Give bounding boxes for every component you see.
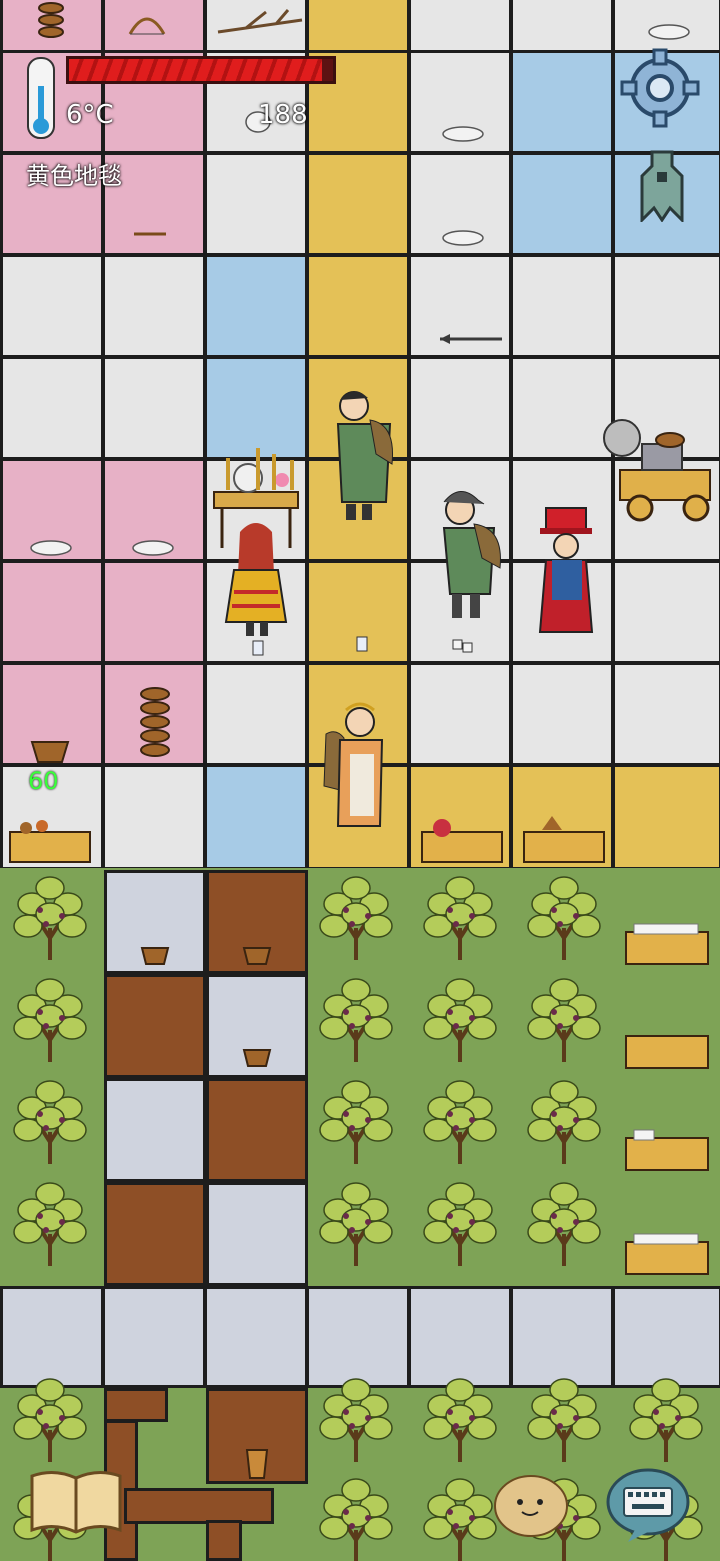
- cart[interactable]: [600, 414, 716, 524]
- berry-bush[interactable]: [423, 1182, 497, 1266]
- berry-bush[interactable]: [527, 978, 601, 1062]
- basket-stack[interactable]: [36, 0, 66, 40]
- berry-bush[interactable]: [319, 876, 393, 960]
- basket[interactable]: [28, 734, 72, 766]
- berry-bush[interactable]: [319, 1182, 393, 1266]
- villager-green-robe[interactable]: [330, 384, 402, 524]
- berry-bush[interactable]: [527, 1080, 601, 1164]
- coin-icon: [640, 150, 684, 222]
- villager-helmet[interactable]: [438, 484, 508, 624]
- villager-red-hat[interactable]: [536, 504, 596, 638]
- potato-face-icon: [494, 1475, 568, 1537]
- flint-pile[interactable]: [440, 226, 486, 246]
- wooden-crate[interactable]: [522, 814, 606, 866]
- keyboard-icon: [606, 1468, 690, 1542]
- branches[interactable]: [216, 8, 304, 38]
- temperature-readout: 6°C: [66, 100, 114, 130]
- game-world[interactable]: [0, 0, 720, 1561]
- flint-pile[interactable]: [646, 20, 692, 40]
- wooden-crate[interactable]: [624, 918, 710, 968]
- berry-bush[interactable]: [527, 1378, 601, 1462]
- berry-bush[interactable]: [527, 876, 601, 960]
- food-counter: 188: [258, 100, 308, 130]
- wooden-crate[interactable]: [624, 1124, 710, 1174]
- berry-bush[interactable]: [13, 1182, 87, 1266]
- stick[interactable]: [132, 228, 168, 238]
- wooden-crate[interactable]: [624, 1228, 710, 1278]
- health-bar-fill: [69, 59, 323, 81]
- flint-pile[interactable]: [28, 536, 74, 556]
- berry-bush[interactable]: [13, 978, 87, 1062]
- flint-pile[interactable]: [440, 122, 486, 142]
- book-icon: [30, 1471, 122, 1534]
- berry-bush[interactable]: [527, 1182, 601, 1266]
- basket[interactable]: [140, 944, 170, 966]
- card-item[interactable]: [356, 636, 368, 652]
- wooden-crate[interactable]: [420, 814, 504, 866]
- wooden-crate[interactable]: [8, 814, 92, 866]
- flint-pile[interactable]: [130, 536, 176, 556]
- berry-bush[interactable]: [319, 1478, 393, 1561]
- arrow[interactable]: [436, 332, 506, 346]
- berry-bush[interactable]: [13, 1378, 87, 1462]
- berry-bush[interactable]: [319, 1378, 393, 1462]
- basket[interactable]: [242, 1046, 272, 1068]
- berry-bush[interactable]: [13, 1080, 87, 1164]
- health-bar: [66, 56, 336, 84]
- berry-bush[interactable]: [13, 876, 87, 960]
- emote-button[interactable]: [492, 1472, 570, 1538]
- tech-tree-button[interactable]: [636, 150, 688, 222]
- thermometer-icon: [27, 57, 55, 139]
- wooden-crate[interactable]: [624, 1022, 710, 1072]
- berry-bush[interactable]: [423, 1378, 497, 1462]
- berry-bush[interactable]: [319, 978, 393, 1062]
- dice[interactable]: [452, 638, 474, 654]
- bucket[interactable]: [244, 1446, 270, 1480]
- gear-icon: [620, 48, 700, 128]
- berry-bush[interactable]: [629, 1378, 703, 1462]
- book-button[interactable]: [28, 1468, 124, 1538]
- berry-bush[interactable]: [319, 1080, 393, 1164]
- player-age: 60: [28, 767, 59, 795]
- bow[interactable]: [126, 10, 168, 40]
- berry-bush[interactable]: [423, 876, 497, 960]
- villager-striped-dress[interactable]: [220, 514, 290, 640]
- berry-bush[interactable]: [423, 1478, 497, 1561]
- keyboard-button[interactable]: [606, 1468, 690, 1544]
- settings-button[interactable]: [620, 48, 700, 128]
- basket-stack[interactable]: [138, 686, 172, 758]
- berry-bush[interactable]: [423, 1080, 497, 1164]
- berry-bush[interactable]: [423, 978, 497, 1062]
- player-character[interactable]: [320, 694, 392, 834]
- hover-object-name: 黄色地毯: [26, 162, 122, 190]
- card-item[interactable]: [252, 640, 264, 656]
- basket[interactable]: [242, 944, 272, 966]
